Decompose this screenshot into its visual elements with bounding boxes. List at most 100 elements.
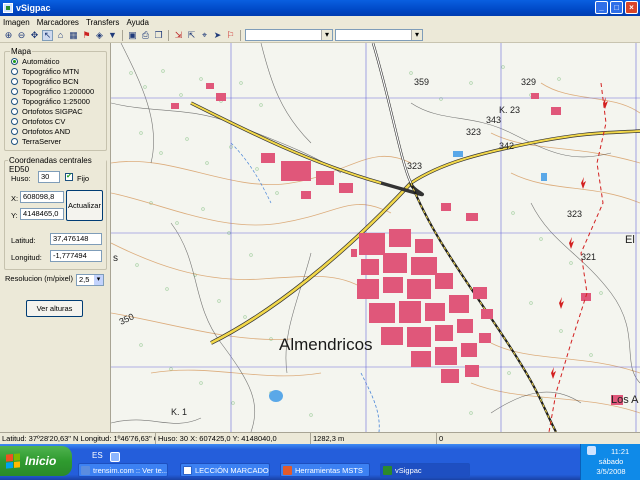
status-elevation: 1282,3 m (311, 433, 437, 444)
export-icon[interactable]: ⇱ (186, 30, 197, 41)
quick-launch-icon[interactable] (110, 452, 120, 462)
document-icon (183, 465, 192, 475)
elevation-label: 323 (466, 127, 481, 137)
gps-send-icon[interactable]: ➤ (212, 30, 223, 41)
clock-time[interactable]: 11:21 (611, 447, 629, 456)
radio-label: Topográfico MTN (22, 67, 80, 76)
coordinates-group: Coordenadas centrales ED50 Huso: 30 ✔ Fi… (4, 156, 107, 270)
print-icon[interactable]: ⎙ (140, 30, 151, 41)
radio-button[interactable] (11, 128, 18, 135)
menu-imagen[interactable]: Imagen (3, 18, 30, 27)
network-icon[interactable] (587, 446, 596, 455)
radio-automatico[interactable]: Automático (11, 57, 60, 66)
marker-combo[interactable] (335, 29, 423, 41)
language-indicator[interactable]: ES (92, 451, 103, 460)
save-icon[interactable]: ▣ (127, 30, 138, 41)
window-controls: _ □ × (595, 1, 638, 14)
radio-label: TerraServer (22, 137, 62, 146)
radio-button[interactable] (11, 68, 18, 75)
copy-icon[interactable]: ❐ (153, 30, 164, 41)
radio-button[interactable] (11, 118, 18, 125)
zoom-out-icon[interactable]: ⊖ (16, 30, 27, 41)
status-utm: Huso: 30 X: 607425,0 Y: 4148040,0 (156, 433, 311, 444)
app-icon (3, 3, 13, 13)
radio-topo-bcn[interactable]: Topográfico BCN (11, 77, 79, 86)
home-icon[interactable]: ⌂ (55, 30, 66, 41)
radio-label: Ortofotos SIGPAC (22, 107, 83, 116)
layer-combo[interactable] (245, 29, 333, 41)
menu-marcadores[interactable]: Marcadores (37, 18, 79, 27)
radio-button[interactable] (11, 98, 18, 105)
system-tray: 11:21 sábado 3/5/2008 (580, 444, 640, 480)
map-view[interactable]: 359 329 323 343 342 323 323 321 350 K. 2… (111, 43, 640, 432)
start-button[interactable]: Inicio (0, 446, 72, 476)
pan-icon[interactable]: ✥ (29, 30, 40, 41)
menu-transfers[interactable]: Transfers (86, 18, 120, 27)
resolucion-select[interactable]: 2,5 (76, 274, 104, 286)
place-label: Los A (611, 394, 639, 406)
select-arrow-icon[interactable]: ↖ (42, 29, 53, 41)
radio-label: Ortofotos CV (22, 117, 66, 126)
x-input[interactable]: 608098,8 (20, 191, 64, 203)
maximize-button[interactable]: □ (610, 1, 623, 14)
task-leccion[interactable]: LECCIÓN MARCADO... (180, 463, 270, 477)
fijo-checkbox[interactable]: ✔ (65, 173, 73, 181)
radio-topo-25000[interactable]: Topográfico 1:25000 (11, 97, 90, 106)
gps-icon[interactable]: ⌖ (199, 30, 210, 41)
radio-button[interactable] (11, 78, 18, 85)
radio-button[interactable] (11, 58, 18, 65)
layers-icon[interactable]: ◈ (94, 30, 105, 41)
task-label: trensim.com :: Ver te... (93, 465, 168, 475)
grid-icon[interactable]: ▦ (68, 30, 79, 41)
latitud-input[interactable]: 37,476148 (50, 233, 102, 245)
radio-button[interactable] (11, 108, 18, 115)
info-icon[interactable]: ⚐ (225, 30, 236, 41)
menu-bar: Imagen Marcadores Transfers Ayuda (0, 16, 640, 28)
task-vsigpac[interactable]: vSigpac (380, 463, 470, 477)
map-type-legend: Mapa (10, 47, 33, 56)
longitud-input[interactable]: -1,777494 (50, 250, 102, 262)
flag-icon[interactable]: ▼ (107, 30, 118, 41)
place-label: K. 1 (171, 407, 187, 417)
app-tool-icon (283, 465, 292, 475)
actualizar-button[interactable]: Actualizar (66, 190, 103, 221)
ver-alturas-button[interactable]: Ver alturas (26, 300, 83, 317)
minimize-button[interactable]: _ (595, 1, 608, 14)
marker-icon[interactable]: ⚑ (81, 30, 92, 41)
clock-day: sábado (598, 457, 624, 466)
task-herramientas[interactable]: Herramientas MSTS (280, 463, 370, 477)
elevation-label: 321 (581, 252, 596, 262)
town-name-label: Almendricos (279, 335, 373, 354)
import-icon[interactable]: ⇲ (173, 30, 184, 41)
radio-orto-sigpac[interactable]: Ortofotos SIGPAC (11, 107, 83, 116)
elevation-label: 343 (486, 115, 501, 125)
radio-topo-mtn[interactable]: Topográfico MTN (11, 67, 79, 76)
radio-terraserver[interactable]: TerraServer (11, 137, 61, 146)
elevation-label: 359 (414, 77, 429, 87)
title-bar: vSigpac _ □ × (0, 0, 640, 16)
y-input[interactable]: 4148465,0 (20, 208, 64, 220)
browser-icon (81, 465, 90, 475)
x-label: X: (11, 194, 19, 203)
radio-topo-200000[interactable]: Topográfico 1:200000 (11, 87, 94, 96)
start-label: Inicio (25, 454, 57, 468)
status-bar: Latitud: 37º28'20,63" N Longitud: 1º46'7… (0, 432, 640, 444)
elevation-label: 342 (499, 141, 514, 151)
huso-label: Huso: (11, 174, 31, 183)
windows-logo-icon (6, 453, 20, 469)
y-label: Y: (11, 211, 18, 220)
resolucion-label: Resolucion (m/pixel) (5, 274, 73, 283)
radio-button[interactable] (11, 88, 18, 95)
zoom-in-icon[interactable]: ⊕ (3, 30, 14, 41)
toolbar-separator (240, 29, 241, 41)
task-trensim[interactable]: trensim.com :: Ver te... (78, 463, 168, 477)
close-button[interactable]: × (625, 1, 638, 14)
radio-orto-cv[interactable]: Ortofotos CV (11, 117, 65, 126)
toolbar: ⊕ ⊖ ✥ ↖ ⌂ ▦ ⚑ ◈ ▼ ▣ ⎙ ❐ ⇲ ⇱ ⌖ ➤ ⚐ (0, 28, 640, 43)
elevation-label: 323 (567, 209, 582, 219)
topographic-map[interactable]: 359 329 323 343 342 323 323 321 350 K. 2… (111, 43, 640, 432)
menu-ayuda[interactable]: Ayuda (126, 18, 149, 27)
radio-button[interactable] (11, 138, 18, 145)
huso-input[interactable]: 30 (38, 171, 60, 183)
radio-orto-and[interactable]: Ortofotos AND (11, 127, 70, 136)
